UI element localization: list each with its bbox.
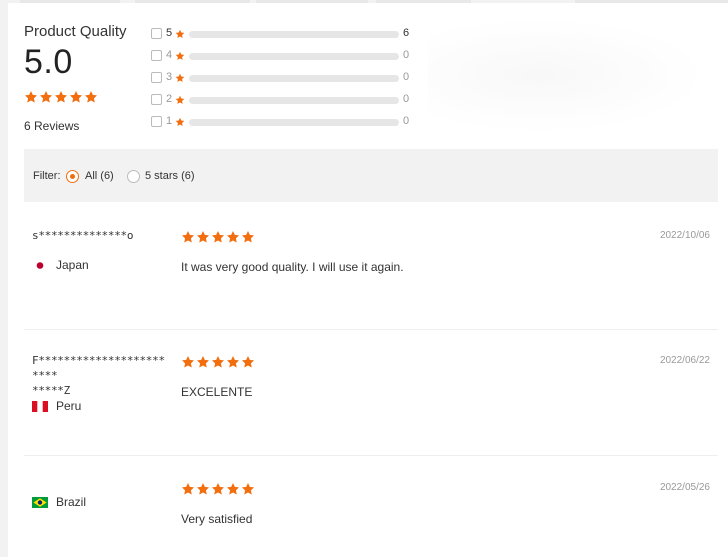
country-name: Japan <box>56 258 89 272</box>
reviews-panel: Product Quality 5.0 6 Reviews 5 6 4 0 3 … <box>8 3 728 557</box>
star-icon <box>226 482 240 496</box>
reviewer-country: Brazil <box>32 495 86 509</box>
star-icon <box>24 90 38 104</box>
review-text: EXCELENTE <box>181 385 253 399</box>
review-stars <box>181 482 255 496</box>
star-icon <box>181 482 195 496</box>
star-icon <box>181 355 195 369</box>
star-icon <box>196 230 210 244</box>
filter-all-radio[interactable] <box>66 170 79 183</box>
star-icon <box>175 29 185 39</box>
star-icon <box>175 117 185 127</box>
review-text: Very satisfied <box>181 512 253 526</box>
product-quality-title: Product Quality <box>24 23 127 40</box>
country-name: Peru <box>56 399 82 413</box>
reviewer-country: Japan <box>32 258 89 272</box>
star-icon <box>211 482 225 496</box>
rating-count: 6 <box>403 27 410 39</box>
star-icon <box>211 230 225 244</box>
filter-all-label[interactable]: All (6) <box>85 170 114 182</box>
rating-count: 0 <box>403 93 410 105</box>
review-item: s**************o Japan It was very good … <box>24 215 718 330</box>
rating-bar <box>189 75 399 82</box>
review-text: It was very good quality. I will use it … <box>181 260 404 274</box>
star-icon <box>181 230 195 244</box>
rating-row-3[interactable]: 3 0 <box>151 69 421 85</box>
star-icon <box>84 90 98 104</box>
star-icon <box>175 73 185 83</box>
star-icon <box>39 90 53 104</box>
rating-row-4[interactable]: 4 0 <box>151 47 421 63</box>
star-icon <box>54 90 68 104</box>
average-score: 5.0 <box>24 43 73 81</box>
japan-flag-icon <box>32 259 48 271</box>
rating-number: 3 <box>166 71 173 83</box>
filter-5-stars-label[interactable]: 5 stars (6) <box>145 170 195 182</box>
star-icon <box>175 51 185 61</box>
reviews-count: 6 Reviews <box>24 119 80 133</box>
peru-flag-icon <box>32 400 48 412</box>
rating-checkbox[interactable] <box>151 72 162 83</box>
star-icon <box>241 230 255 244</box>
rating-checkbox[interactable] <box>151 116 162 127</box>
reviewer-country: Peru <box>32 399 81 413</box>
brazil-flag-icon <box>32 496 48 508</box>
filter-bar: Filter: All (6) 5 stars (6) <box>24 149 718 202</box>
filter-5-stars-radio[interactable] <box>127 170 140 183</box>
star-icon <box>196 482 210 496</box>
rating-count: 0 <box>403 49 410 61</box>
rating-number: 2 <box>166 93 173 105</box>
rating-count: 0 <box>403 71 410 83</box>
review-date: 2022/05/26 <box>659 482 710 493</box>
star-icon <box>211 355 225 369</box>
star-icon <box>241 355 255 369</box>
rating-checkbox[interactable] <box>151 94 162 105</box>
star-icon <box>69 90 83 104</box>
rating-number: 1 <box>166 115 173 127</box>
rating-bar <box>189 97 399 104</box>
review-stars <box>181 230 255 244</box>
rating-row-2[interactable]: 2 0 <box>151 91 421 107</box>
filter-label: Filter: <box>33 170 61 182</box>
blurred-region <box>428 18 708 133</box>
rating-bar <box>189 119 399 126</box>
review-date: 2022/10/06 <box>659 230 710 241</box>
rating-bar <box>189 31 399 38</box>
star-icon <box>196 355 210 369</box>
review-stars <box>181 355 255 369</box>
star-icon <box>226 230 240 244</box>
rating-bar <box>189 53 399 60</box>
review-item: Brazil Very satisfied 2022/05/26 <box>24 467 718 557</box>
average-stars <box>24 90 98 104</box>
reviewer-name: s**************o <box>32 229 134 242</box>
rating-number: 5 <box>166 27 173 39</box>
star-icon <box>175 95 185 105</box>
rating-number: 4 <box>166 49 173 61</box>
country-name: Brazil <box>56 495 87 509</box>
reviewer-name: F************************ *****Z <box>32 354 165 397</box>
review-item: F************************ *****Z Peru EX… <box>24 341 718 456</box>
star-icon <box>226 355 240 369</box>
review-date: 2022/06/22 <box>659 355 710 366</box>
rating-row-1[interactable]: 1 0 <box>151 113 421 129</box>
rating-row-5[interactable]: 5 6 <box>151 25 421 41</box>
rating-checkbox[interactable] <box>151 50 162 61</box>
rating-checkbox[interactable] <box>151 28 162 39</box>
star-icon <box>241 482 255 496</box>
rating-count: 0 <box>403 115 410 127</box>
